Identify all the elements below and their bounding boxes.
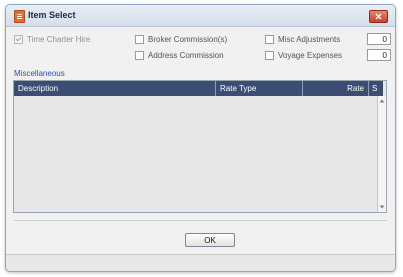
grid-header: Description Rate Type Rate S xyxy=(14,81,383,96)
scroll-up-icon[interactable] xyxy=(379,98,385,104)
column-header-rate[interactable]: Rate xyxy=(303,81,369,96)
column-header-s[interactable]: S xyxy=(369,81,383,96)
grid-vertical-scrollbar[interactable] xyxy=(377,96,386,212)
column-header-rate-type[interactable]: Rate Type xyxy=(216,81,303,96)
voyage-expenses-count[interactable]: 0 xyxy=(367,49,391,61)
miscellaneous-grid[interactable]: Description Rate Type Rate S xyxy=(13,80,387,213)
misc-adjustments-checkbox[interactable] xyxy=(265,34,274,44)
miscellaneous-section-label: Miscellaneous xyxy=(14,69,65,78)
app-icon xyxy=(14,10,25,23)
voyage-expenses-label: Voyage Expenses xyxy=(278,50,343,60)
title-bar[interactable]: Item Select xyxy=(6,5,395,27)
address-commission-label: Address Commission xyxy=(148,50,224,60)
broker-commission-checkbox[interactable] xyxy=(135,34,144,44)
item-select-dialog: Item Select Time Charter Hire Broker Com… xyxy=(5,4,396,272)
scroll-down-icon[interactable] xyxy=(379,204,385,210)
window-title: Item Select xyxy=(28,10,76,20)
close-button[interactable] xyxy=(369,10,388,23)
status-bar xyxy=(6,254,395,271)
column-header-description[interactable]: Description xyxy=(14,81,216,96)
address-commission-checkbox[interactable] xyxy=(135,50,144,60)
footer-divider xyxy=(14,220,387,221)
voyage-expenses-checkbox[interactable] xyxy=(265,50,274,60)
misc-adjustments-count[interactable]: 0 xyxy=(367,33,391,45)
misc-adjustments-option[interactable]: Misc Adjustments xyxy=(265,33,340,45)
time-charter-hire-checkbox[interactable] xyxy=(14,34,23,44)
address-commission-option[interactable]: Address Commission xyxy=(135,49,224,61)
time-charter-hire-label: Time Charter Hire xyxy=(27,34,91,44)
time-charter-hire-option[interactable]: Time Charter Hire xyxy=(14,33,90,45)
broker-commission-option[interactable]: Broker Commission(s) xyxy=(135,33,227,45)
misc-adjustments-label: Misc Adjustments xyxy=(278,34,341,44)
broker-commission-label: Broker Commission(s) xyxy=(148,34,228,44)
voyage-expenses-option[interactable]: Voyage Expenses xyxy=(265,49,342,61)
close-icon xyxy=(375,13,382,20)
ok-button[interactable]: OK xyxy=(185,233,235,247)
